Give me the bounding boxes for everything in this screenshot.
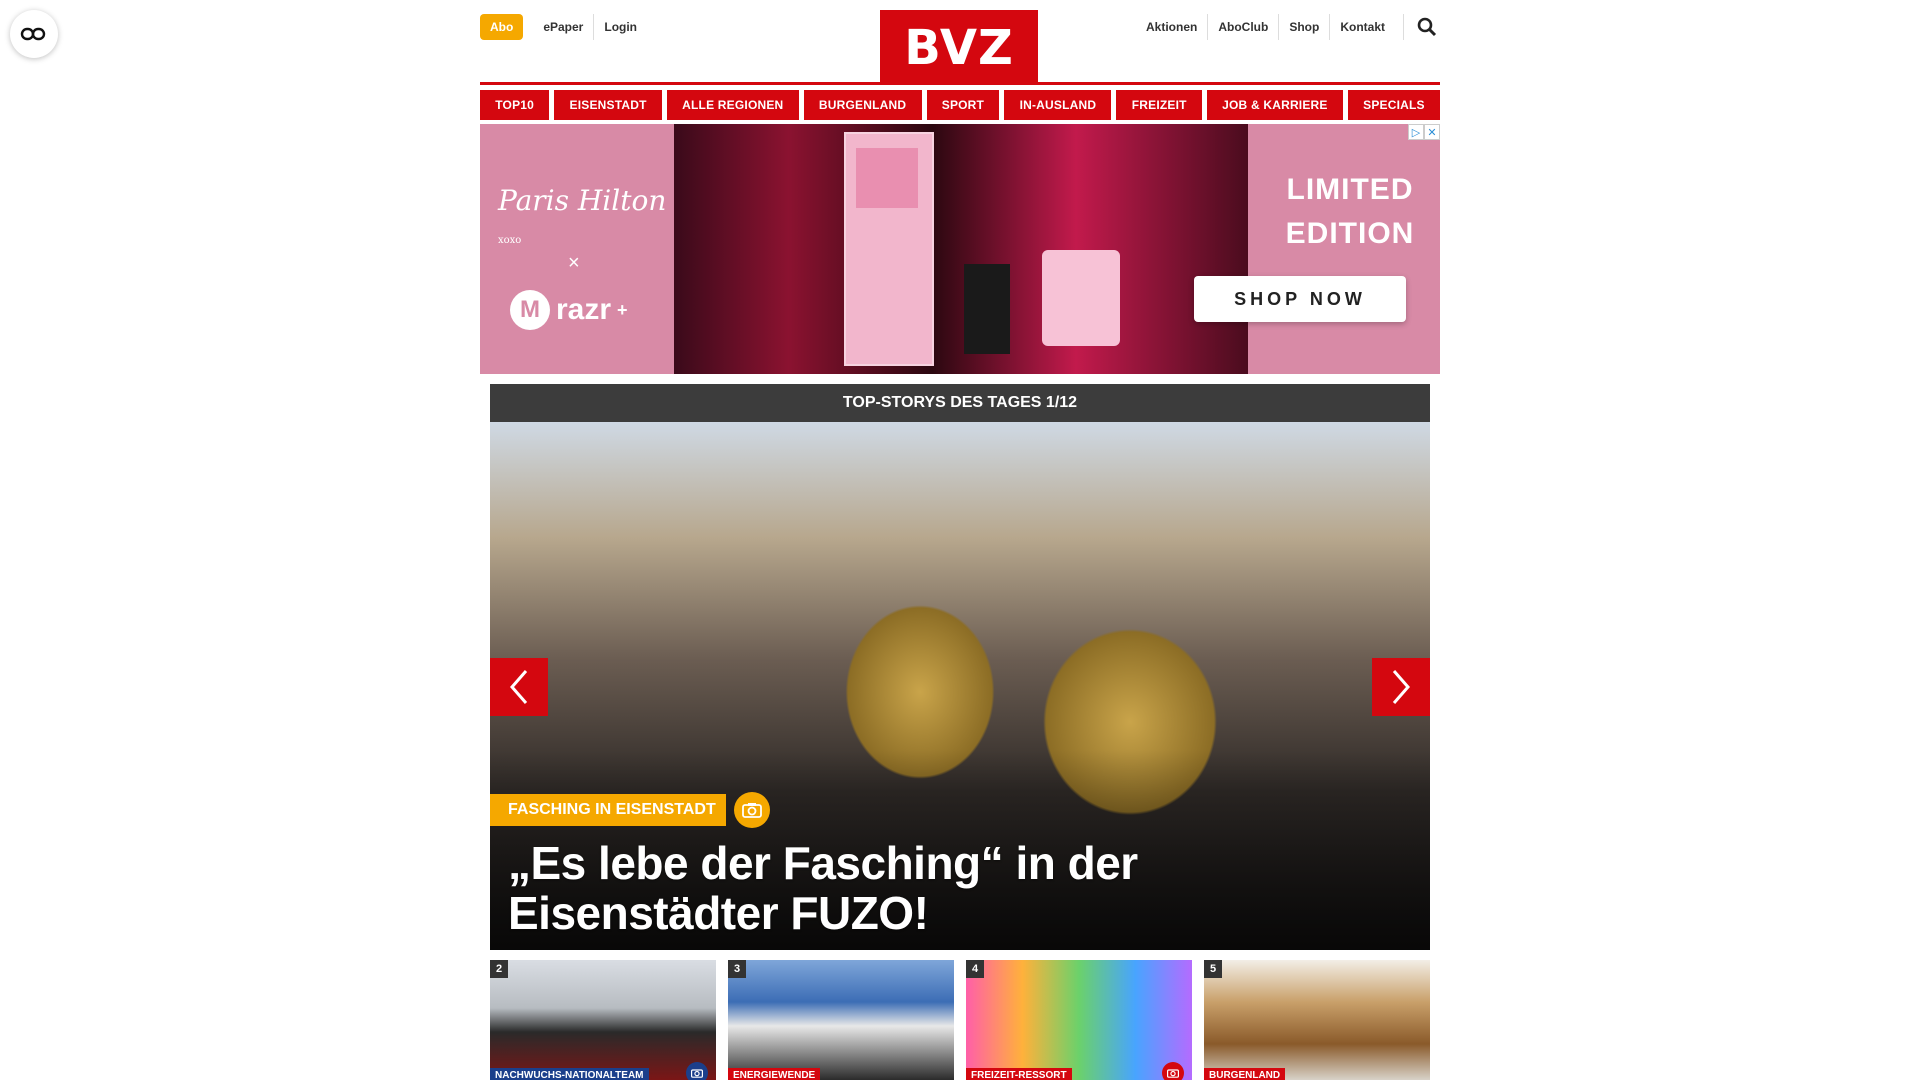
nav-item-specials[interactable]: SPECIALS [1347, 90, 1440, 120]
shop-link[interactable]: Shop [1278, 14, 1329, 40]
ad-perfume-box-image [844, 132, 934, 366]
nav-item-job-karriere[interactable]: JOB & KARRIERE [1206, 90, 1343, 120]
ad-brand-paris-hilton-text: Paris Hilton [498, 184, 667, 217]
nav-item-freizeit[interactable]: FREIZEIT [1116, 90, 1202, 120]
abo-button[interactable]: Abo [480, 14, 524, 40]
advertisement-banner[interactable]: Paris Hilton xoxo × M razr + LIMITED EDIT… [480, 124, 1440, 374]
top-stories-header: TOP-STORYS DES TAGES 1/12 [490, 384, 1430, 422]
page-wrapper: Abo ePaper Login BVZ Aktionen AboClub Sh… [480, 0, 1440, 1080]
story-thumb-gallery-badge [686, 1062, 708, 1080]
header-divider [480, 82, 1440, 85]
story-thumb-category: BURGENLAND [1204, 1068, 1286, 1080]
top-stories-section: TOP-STORYS DES TAGES 1/12 FASCHING IN EI… [490, 384, 1430, 950]
chevron-right-icon [1392, 670, 1410, 704]
ad-brand-xoxo: xoxo [498, 235, 522, 246]
nav-item-eisenstadt[interactable]: EISENSTADT [554, 90, 662, 120]
story-thumb-category: FREIZEIT-RESSORT [966, 1068, 1072, 1080]
camera-icon [742, 803, 762, 818]
nav-item-in-ausland[interactable]: IN-AUSLAND [1004, 90, 1112, 120]
story-thumb[interactable]: 5 BURGENLAND [1204, 960, 1430, 1080]
search-icon [1417, 17, 1437, 37]
story-thumb[interactable]: 3 ENERGIEWENDE [728, 960, 954, 1080]
chevron-left-icon [510, 670, 528, 704]
carousel-prev-button[interactable] [490, 658, 548, 716]
ad-choices[interactable]: ▷ ✕ [1408, 124, 1440, 140]
hero-story[interactable]: FASCHING IN EISENSTADT „Es lebe der Fasc… [490, 422, 1430, 950]
story-thumbnails: 2 NACHWUCHS-NATIONALTEAM 3 ENERGIEWENDE … [490, 960, 1430, 1080]
login-link[interactable]: Login [593, 14, 647, 40]
search-button[interactable] [1403, 14, 1440, 40]
reader-mode-icon [20, 27, 46, 41]
ad-brand-razr: M razr + [510, 290, 628, 330]
ad-collab-x: × [568, 252, 580, 274]
nav-item-burgenland[interactable]: BURGENLAND [803, 90, 922, 120]
ad-cta-panel: LIMITED EDITION SHOP NOW [1194, 124, 1440, 374]
main-nav: TOP10 EISENSTADT ALLE REGIONEN BURGENLAN… [480, 90, 1440, 120]
ad-headline-line-1: LIMITED [1286, 173, 1414, 206]
story-thumb[interactable]: 2 NACHWUCHS-NATIONALTEAM [490, 960, 716, 1080]
aktionen-link[interactable]: Aktionen [1136, 14, 1207, 40]
carousel-next-button[interactable] [1372, 658, 1430, 716]
reader-mode-button[interactable] [10, 10, 58, 58]
story-thumb-category: ENERGIEWENDE [728, 1068, 821, 1080]
ad-close-icon[interactable]: ✕ [1424, 124, 1440, 140]
ad-brand-paris-hilton: Paris Hilton xoxo [498, 184, 674, 250]
ad-phone-image [964, 264, 1010, 354]
site-logo[interactable]: BVZ [880, 10, 1038, 84]
hero-category-badge[interactable]: FASCHING IN EISENSTADT [490, 794, 726, 826]
hero-gallery-badge[interactable] [734, 792, 770, 828]
camera-icon [1167, 1069, 1179, 1078]
hero-headline[interactable]: „Es lebe der Fasching“ in der Eisenstädt… [508, 838, 1408, 938]
story-thumb-number: 4 [966, 960, 984, 978]
top-left-links: Abo ePaper Login [480, 14, 647, 40]
ad-brand-razr-plus: + [617, 299, 628, 320]
story-thumb-number: 2 [490, 960, 508, 978]
camera-icon [691, 1069, 703, 1078]
story-thumb-number: 3 [728, 960, 746, 978]
nav-item-alle-regionen[interactable]: ALLE REGIONEN [666, 90, 799, 120]
ad-shop-now-button[interactable]: SHOP NOW [1194, 276, 1406, 322]
nav-item-top10[interactable]: TOP10 [480, 90, 550, 120]
motorola-logo-icon: M [510, 290, 550, 330]
story-thumb[interactable]: 4 FREIZEIT-RESSORT [966, 960, 1192, 1080]
ad-product-image [674, 124, 1248, 374]
nav-item-sport[interactable]: SPORT [926, 90, 1000, 120]
story-thumb-category: NACHWUCHS-NATIONALTEAM [490, 1068, 649, 1080]
ad-brand-panel: Paris Hilton xoxo × M razr + [480, 124, 674, 374]
ad-brand-razr-text: razr [556, 293, 612, 326]
ad-headline-line-2: EDITION [1285, 217, 1415, 250]
story-thumb-gallery-badge [1162, 1062, 1184, 1080]
top-right-links: Aktionen AboClub Shop Kontakt [1136, 14, 1440, 40]
story-thumb-number: 5 [1204, 960, 1222, 978]
aboclub-link[interactable]: AboClub [1207, 14, 1278, 40]
epaper-link[interactable]: ePaper [533, 14, 593, 40]
top-bar: Abo ePaper Login BVZ Aktionen AboClub Sh… [480, 0, 1440, 85]
kontakt-link[interactable]: Kontakt [1329, 14, 1395, 40]
ad-bag-image [1042, 250, 1120, 346]
ad-headline: LIMITED EDITION [1264, 168, 1436, 256]
ad-choices-icon[interactable]: ▷ [1408, 124, 1424, 140]
